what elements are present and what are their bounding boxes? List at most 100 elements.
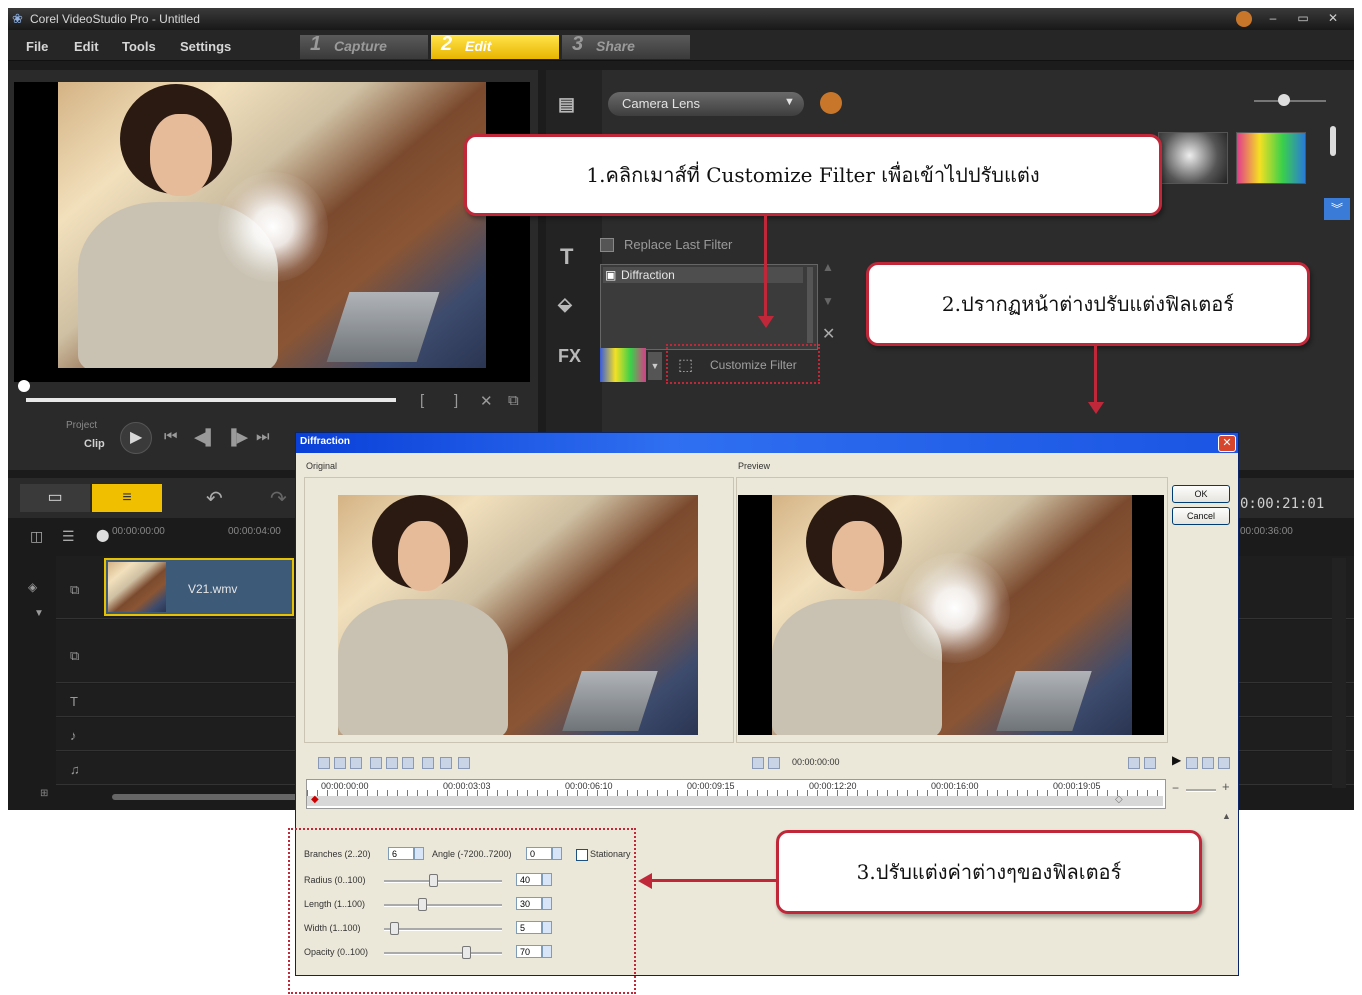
filter-checkbox-icon: ▣ (605, 268, 617, 282)
ruler-label: 00:00:09:15 (687, 781, 735, 791)
play-icon[interactable]: ▶ (1172, 753, 1181, 767)
preset-thumbnail[interactable] (600, 348, 646, 382)
mark-in-icon[interactable]: [ (420, 392, 424, 409)
filter-list-scrollbar[interactable] (807, 267, 813, 343)
video-track-toggle-icon[interactable]: ◈ (28, 580, 37, 594)
timecode-display[interactable]: 0:00:21:01 (1240, 496, 1324, 512)
step-back-icon[interactable] (768, 757, 780, 769)
storyboard-view-icon[interactable]: ▭ (20, 484, 90, 512)
menu-tools[interactable]: Tools (122, 39, 156, 54)
mark-out-icon[interactable]: ] (454, 392, 458, 409)
collapse-icon[interactable]: ▲ (1222, 811, 1231, 821)
track-manager-icon[interactable]: ◫ (30, 528, 43, 545)
dialog-zoom-slider[interactable] (1186, 789, 1216, 792)
zoom-slider-knob[interactable] (1278, 94, 1290, 106)
zoom-slider[interactable] (1254, 100, 1326, 102)
keyframe-tool-icon[interactable] (386, 757, 398, 769)
library-scrollbar[interactable] (1330, 126, 1336, 156)
close-button[interactable]: ✕ (1324, 11, 1342, 25)
timeline-hscroll[interactable] (112, 794, 312, 800)
timeline-view-icon[interactable]: ≡ (92, 484, 162, 512)
loop-icon[interactable] (1186, 757, 1198, 769)
keyframe-tool-icon[interactable] (334, 757, 346, 769)
applied-filter-list[interactable]: ▣ Diffraction (600, 264, 818, 350)
start-keyframe-icon[interactable]: ◆ (311, 794, 319, 805)
help-icon[interactable] (1236, 11, 1252, 27)
zoom-out-icon[interactable]: − (1172, 781, 1179, 795)
copy-icon[interactable]: ⧉ (508, 392, 519, 409)
tab-edit-label: Edit (465, 38, 492, 54)
redo-icon[interactable]: ↷ (270, 486, 287, 511)
video-clip[interactable]: V21.wmv (104, 558, 294, 616)
callout-2-connector (1094, 346, 1097, 404)
filter-thumbnail[interactable] (1158, 132, 1228, 184)
end-icon[interactable]: ⏭ (256, 428, 270, 445)
chevron-down-icon[interactable]: ▼ (34, 608, 44, 619)
scrub-handle[interactable] (18, 380, 30, 392)
title-bar: ❀ Corel VideoStudio Pro - Untitled – ▭ ✕ (8, 8, 1354, 30)
prev-frame-icon[interactable]: ◀▌ (194, 428, 216, 446)
keyframe-tool-icon[interactable] (370, 757, 382, 769)
music-track-icon: ♫ (70, 762, 80, 777)
remove-filter-icon[interactable]: ✕ (822, 324, 835, 344)
minimize-button[interactable]: – (1264, 11, 1282, 25)
undo-icon[interactable]: ↶ (206, 486, 223, 511)
next-frame-icon[interactable] (1144, 757, 1156, 769)
move-up-icon[interactable]: ▲ (822, 260, 834, 274)
tab-capture[interactable]: 1 Capture (300, 33, 428, 59)
fx-icon[interactable]: FX (558, 346, 581, 367)
play-icon: ▶ (130, 429, 143, 446)
home-icon[interactable]: ⏮ (164, 428, 178, 445)
menu-file[interactable]: File (26, 39, 48, 54)
move-down-icon[interactable]: ▼ (822, 294, 834, 308)
library-dropdown[interactable]: Camera Lens ▼ (608, 92, 804, 116)
zoom-fit-icon[interactable]: ⊞ (40, 788, 48, 799)
end-keyframe-icon[interactable]: ◇ (1115, 794, 1123, 805)
keyframe-tool-icon[interactable] (318, 757, 330, 769)
library-help-icon[interactable] (820, 92, 842, 114)
keyframe-tool-icon[interactable] (458, 757, 470, 769)
menu-settings[interactable]: Settings (180, 39, 231, 54)
playhead-icon[interactable]: ⬤ (96, 528, 109, 542)
media-library-icon[interactable]: ▤ (558, 94, 575, 115)
chapter-icon[interactable]: ☰ (62, 528, 75, 545)
next-frame-icon[interactable]: ▐▶ (226, 428, 248, 446)
keyframe-tool-icon[interactable] (350, 757, 362, 769)
app-logo-icon: ❀ (12, 11, 23, 26)
timeline-vscroll[interactable] (1332, 558, 1346, 788)
filter-thumbnail[interactable] (1236, 132, 1306, 184)
overlay-track-icon: ⧉ (70, 648, 80, 663)
tab-share[interactable]: 3 Share (562, 33, 690, 59)
options-icon[interactable] (1218, 757, 1230, 769)
diffraction-star-icon (218, 172, 328, 282)
expand-options-icon[interactable]: ︾ (1324, 198, 1350, 220)
customize-filter-highlight (666, 344, 820, 384)
ok-button[interactable]: OK (1172, 485, 1230, 503)
cancel-button[interactable]: Cancel (1172, 507, 1230, 525)
dialog-close-button[interactable]: ✕ (1218, 435, 1236, 452)
title-icon[interactable]: T (560, 244, 573, 270)
tab-share-number: 3 (572, 33, 584, 55)
replace-last-filter-checkbox[interactable] (600, 238, 614, 252)
maximize-button[interactable]: ▭ (1294, 11, 1312, 25)
project-label[interactable]: Project (66, 420, 97, 431)
device-icon[interactable] (1202, 757, 1214, 769)
step-forward-icon[interactable] (1128, 757, 1140, 769)
callout-step-1: 1.คลิกเมาส์ที่ Customize Filter เพื่อเข้… (464, 134, 1162, 216)
clip-label[interactable]: Clip (84, 438, 105, 450)
keyframe-tool-icon[interactable] (440, 757, 452, 769)
preset-dropdown-icon[interactable]: ▼ (648, 352, 662, 380)
scrub-bar[interactable] (26, 398, 396, 402)
zoom-in-icon[interactable]: + (1222, 779, 1230, 794)
prev-frame-icon[interactable] (752, 757, 764, 769)
keyframe-tool-icon[interactable] (402, 757, 414, 769)
parameters-highlight (288, 828, 636, 994)
menu-edit[interactable]: Edit (74, 39, 99, 54)
graphic-icon[interactable]: ⬙ (558, 294, 572, 315)
tab-edit[interactable]: 2 Edit (431, 33, 559, 59)
cut-icon[interactable]: ✕ (480, 392, 493, 410)
keyframe-tool-icon[interactable] (422, 757, 434, 769)
dialog-timeline-ruler[interactable]: 00:00:00:00 00:00:03:03 00:00:06:10 00:0… (306, 779, 1166, 809)
list-item[interactable]: ▣ Diffraction (603, 267, 803, 283)
keyframe-track[interactable] (307, 796, 1163, 806)
